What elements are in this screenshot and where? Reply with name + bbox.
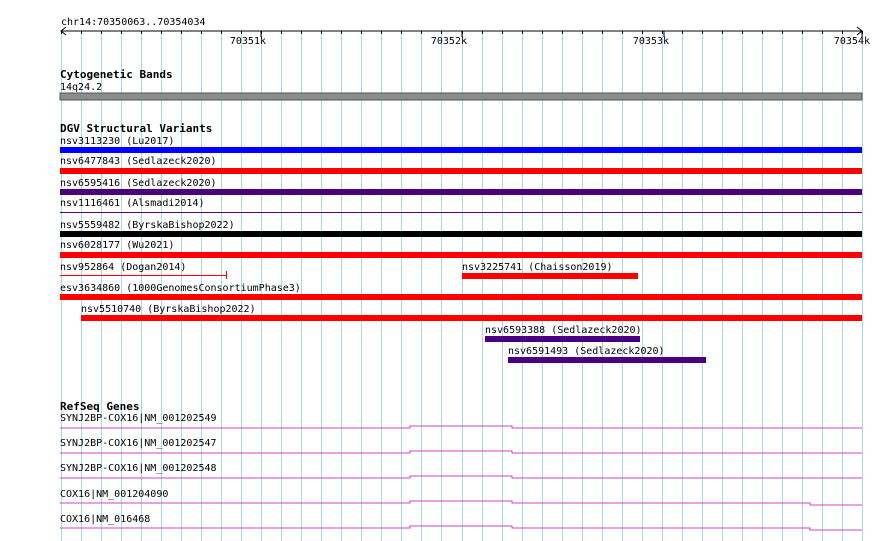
feature-bar[interactable] [81,315,862,321]
gene-feature[interactable]: SYNJ2BP-COX16|NM_001202548 [60,463,862,479]
gene-label: SYNJ2BP-COX16|NM_001202549 [60,413,217,424]
cytoband-track: Cytogenetic Bands 14q24.2 [59,68,863,101]
gene-label: COX16|NM_016468 [60,514,150,525]
feature-bar[interactable] [508,357,706,363]
feature-bar[interactable] [60,189,862,195]
feature-label: nsv5559482 (ByrskaBishop2022) [60,220,235,231]
refseq-track-title: RefSeq Genes [60,400,139,413]
tick-label-70354k: 70354k [834,36,870,47]
feature-label: nsv6595416 (Sedlazeck2020) [60,178,217,189]
feature-label: esv3634860 (1000GenomesConsortiumPhase3) [60,283,301,294]
refseq-track: RefSeq Genes SYNJ2BP-COX16|NM_001202549 … [60,400,862,531]
dgv-feature[interactable]: nsv5510740 (ByrskaBishop2022) [81,304,862,321]
dgv-feature[interactable]: nsv3225741 (Chaisson2019) [462,262,638,279]
location-label: chr14:70350063..70354034 [61,17,206,28]
gene-model[interactable] [60,475,862,479]
gene-model[interactable] [60,500,862,506]
dgv-feature[interactable]: nsv6591493 (Sedlazeck2020) [508,346,706,363]
feature-label: nsv952864 (Dogan2014) [60,262,186,273]
feature-bar[interactable] [60,275,227,276]
feature-label: nsv3113230 (Lu2017) [60,136,174,147]
feature-label: nsv6591493 (Sedlazeck2020) [508,346,665,357]
feature-end-tick [226,271,227,279]
feature-bar[interactable] [462,273,638,279]
gene-feature[interactable]: COX16|NM_016468 [60,514,862,531]
tick-label-70353k: 70353k [633,36,669,47]
dgv-feature[interactable]: nsv6593388 (Sedlazeck2020) [485,325,642,342]
feature-bar[interactable] [60,294,862,300]
dgv-track-title: DGV Structural Variants [60,122,212,135]
feature-label: nsv1116461 (Alsmadi2014) [60,198,205,209]
cytoband-bar[interactable] [59,92,863,101]
feature-bar[interactable] [60,231,862,237]
cytoband-label: 14q24.2 [60,82,102,93]
feature-label: nsv3225741 (Chaisson2019) [462,262,613,273]
feature-label: nsv6028177 (Wu2021) [60,240,174,251]
tick-label-70351k: 70351k [230,36,266,47]
feature-label: nsv6593388 (Sedlazeck2020) [485,325,642,336]
feature-bar[interactable] [60,147,862,153]
gene-label: SYNJ2BP-COX16|NM_001202547 [60,438,217,449]
gene-feature[interactable]: SYNJ2BP-COX16|NM_001202549 [60,413,862,429]
gene-feature[interactable]: COX16|NM_001204090 [60,489,862,506]
feature-label: nsv5510740 (ByrskaBishop2022) [81,304,256,315]
dgv-feature[interactable]: nsv1116461 (Alsmadi2014) [60,198,862,213]
feature-bar[interactable] [60,252,862,258]
gene-model[interactable] [60,425,862,429]
gene-model[interactable] [60,450,862,454]
ruler: chr14:70350063..70354034 70351k 70352k 7… [60,17,870,47]
feature-bar[interactable] [60,168,862,174]
gene-label: SYNJ2BP-COX16|NM_001202548 [60,463,217,474]
gene-model[interactable] [60,525,862,531]
dgv-track: DGV Structural Variants nsv3113230 (Lu20… [60,122,862,363]
dgv-feature[interactable]: esv3634860 (1000GenomesConsortiumPhase3) [60,283,862,300]
dgv-feature[interactable]: nsv6477843 (Sedlazeck2020) [60,156,862,174]
feature-bar[interactable] [485,336,640,342]
dgv-feature[interactable]: nsv6595416 (Sedlazeck2020) [60,178,862,195]
cytoband-track-title: Cytogenetic Bands [60,68,173,81]
feature-label: nsv6477843 (Sedlazeck2020) [60,156,217,167]
dgv-feature[interactable]: nsv5559482 (ByrskaBishop2022) [60,220,862,237]
dgv-feature[interactable]: nsv3113230 (Lu2017) [60,136,862,153]
gene-feature[interactable]: SYNJ2BP-COX16|NM_001202547 [60,438,862,454]
genome-browser-view: chr14:70350063..70354034 70351k 70352k 7… [59,17,870,541]
gene-label: COX16|NM_001204090 [60,489,168,500]
tick-label-70352k: 70352k [431,36,467,47]
feature-bar[interactable] [60,212,862,213]
dgv-feature[interactable]: nsv6028177 (Wu2021) [60,240,862,258]
